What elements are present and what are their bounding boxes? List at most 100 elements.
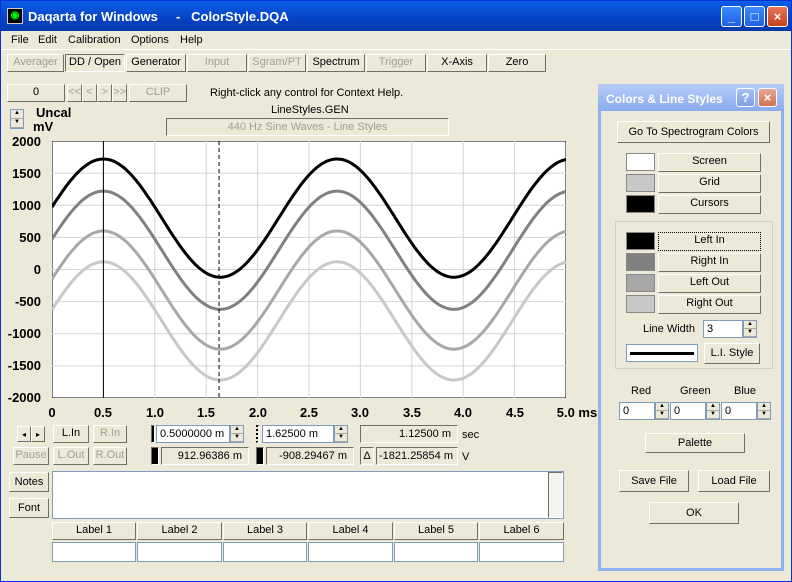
blue-spinner[interactable]: ▲ ▼ [757, 402, 771, 420]
left-out-swatch [626, 274, 655, 292]
label-field-1[interactable] [52, 542, 136, 562]
menu-file[interactable]: File [11, 34, 29, 46]
last-button[interactable]: >> [112, 84, 127, 102]
cursor2-spinner[interactable]: ▲ ▼ [334, 425, 348, 443]
y-tick: -2000 [7, 390, 41, 405]
menu-help[interactable]: Help [180, 34, 203, 46]
notes-scrollbar[interactable] [548, 472, 563, 518]
pause-button[interactable]: Pause [13, 447, 49, 465]
right-in-style-button[interactable]: Right In [658, 253, 761, 272]
delta-time: 1.12500 m [360, 425, 458, 443]
label-field-4[interactable] [308, 542, 393, 562]
x-tick: 4.5 [505, 405, 525, 420]
red-input[interactable]: 0 [619, 402, 655, 420]
first-button[interactable]: << [67, 84, 82, 102]
ok-button[interactable]: OK [649, 502, 739, 524]
sgram-pt-button[interactable]: Sgram/PT [248, 54, 306, 72]
dd-open-button[interactable]: DD / Open [65, 54, 125, 72]
left-in-button[interactable]: L.In [53, 425, 89, 443]
main-window: ◉ Daqarta for Windows - ColorStyle.DQA _… [0, 0, 792, 582]
prev-button[interactable]: < [82, 84, 97, 102]
label-button-5[interactable]: Label 5 [394, 522, 478, 540]
y-cal-spinner[interactable]: ▲ ▼ [10, 109, 24, 129]
y-tick: 1000 [12, 198, 41, 213]
averager-button[interactable]: Averager [7, 54, 64, 72]
waveform-plot[interactable] [52, 141, 566, 398]
label-field-3[interactable] [223, 542, 307, 562]
maximize-button[interactable]: □ [744, 6, 765, 27]
title-bar[interactable]: ◉ Daqarta for Windows - ColorStyle.DQA _… [1, 1, 791, 31]
cursor2-voltage: -908.29467 m [266, 447, 354, 465]
green-spinner[interactable]: ▲ ▼ [706, 402, 720, 420]
scroll-left-icon[interactable]: ◂ [17, 426, 31, 442]
label-field-5[interactable] [394, 542, 478, 562]
green-input[interactable]: 0 [670, 402, 706, 420]
generator-button[interactable]: Generator [126, 54, 186, 72]
label-button-4[interactable]: Label 4 [308, 522, 393, 540]
red-spinner[interactable]: ▲ ▼ [655, 402, 669, 420]
left-out-button[interactable]: L.Out [53, 447, 89, 465]
menu-options[interactable]: Options [131, 34, 169, 46]
frame-counter[interactable]: 0 [7, 84, 65, 102]
notes-textarea[interactable] [52, 471, 564, 519]
screen-button[interactable]: Screen [658, 153, 761, 172]
daqarta-icon[interactable]: ◉ [7, 8, 23, 24]
x-axis-button[interactable]: X-Axis [427, 54, 487, 72]
scroll-right-icon[interactable]: ▸ [31, 426, 45, 442]
load-file-button[interactable]: Load File [698, 470, 770, 492]
left-in-style-button[interactable]: Left In [658, 232, 761, 251]
label-button-6[interactable]: Label 6 [479, 522, 564, 540]
cursor2-time[interactable]: 1.62500 m [262, 425, 334, 443]
x-tick: 2.5 [299, 405, 319, 420]
trigger-button[interactable]: Trigger [366, 54, 426, 72]
cursor2-marker [256, 425, 260, 443]
cursor1-spinner[interactable]: ▲ ▼ [230, 425, 244, 443]
right-in-button[interactable]: R.In [93, 425, 127, 443]
notes-button[interactable]: Notes [9, 472, 49, 492]
cursors-button[interactable]: Cursors [658, 195, 761, 214]
input-button[interactable]: Input [187, 54, 247, 72]
label-button-3[interactable]: Label 3 [223, 522, 307, 540]
dialog-title: Colors & Line Styles [606, 92, 723, 106]
v2-marker [256, 447, 264, 465]
li-style-button[interactable]: L.I. Style [704, 343, 760, 364]
left-out-style-button[interactable]: Left Out [658, 274, 761, 293]
window-title: Daqarta for Windows - ColorStyle.DQA [28, 9, 289, 24]
x-tick: 3.0 [350, 405, 370, 420]
font-button[interactable]: Font [9, 498, 49, 518]
red-label: Red [631, 385, 652, 397]
close-button[interactable]: × [767, 6, 788, 27]
description-field[interactable]: 440 Hz Sine Waves - Line Styles [166, 118, 449, 136]
line-width-input[interactable]: 3 [703, 320, 743, 338]
label-field-6[interactable] [479, 542, 564, 562]
minimize-button[interactable]: _ [721, 6, 742, 27]
label-button-1[interactable]: Label 1 [52, 522, 136, 540]
save-file-button[interactable]: Save File [619, 470, 689, 492]
menu-edit[interactable]: Edit [38, 34, 57, 46]
next-button[interactable]: > [97, 84, 112, 102]
menu-calibration[interactable]: Calibration [68, 34, 121, 46]
label-button-2[interactable]: Label 2 [137, 522, 222, 540]
down-icon[interactable]: ▼ [11, 119, 23, 128]
label-field-2[interactable] [137, 542, 222, 562]
right-out-button[interactable]: R.Out [93, 447, 127, 465]
dialog-close-icon[interactable]: × [758, 88, 777, 107]
palette-button[interactable]: Palette [645, 433, 745, 453]
zero-button[interactable]: Zero [488, 54, 546, 72]
line-width-label: Line Width [643, 323, 695, 335]
spectrum-button[interactable]: Spectrum [307, 54, 365, 72]
screen-swatch [626, 153, 655, 171]
dialog-title-bar[interactable]: Colors & Line Styles ? × [598, 84, 784, 111]
line-width-spinner[interactable]: ▲ ▼ [743, 320, 757, 338]
x-tick: 0 [48, 405, 56, 420]
x-tick: 2.0 [248, 405, 268, 420]
grid-button[interactable]: Grid [658, 174, 761, 193]
up-icon[interactable]: ▲ [11, 110, 23, 119]
help-icon[interactable]: ? [736, 88, 755, 107]
cursor1-time[interactable]: 0.5000000 m [156, 425, 230, 443]
right-out-style-button[interactable]: Right Out [658, 295, 761, 314]
blue-input[interactable]: 0 [721, 402, 757, 420]
y-tick: -1000 [7, 326, 41, 341]
clip-button[interactable]: CLIP [129, 84, 187, 102]
spectrogram-colors-button[interactable]: Go To Spectrogram Colors [617, 121, 770, 143]
